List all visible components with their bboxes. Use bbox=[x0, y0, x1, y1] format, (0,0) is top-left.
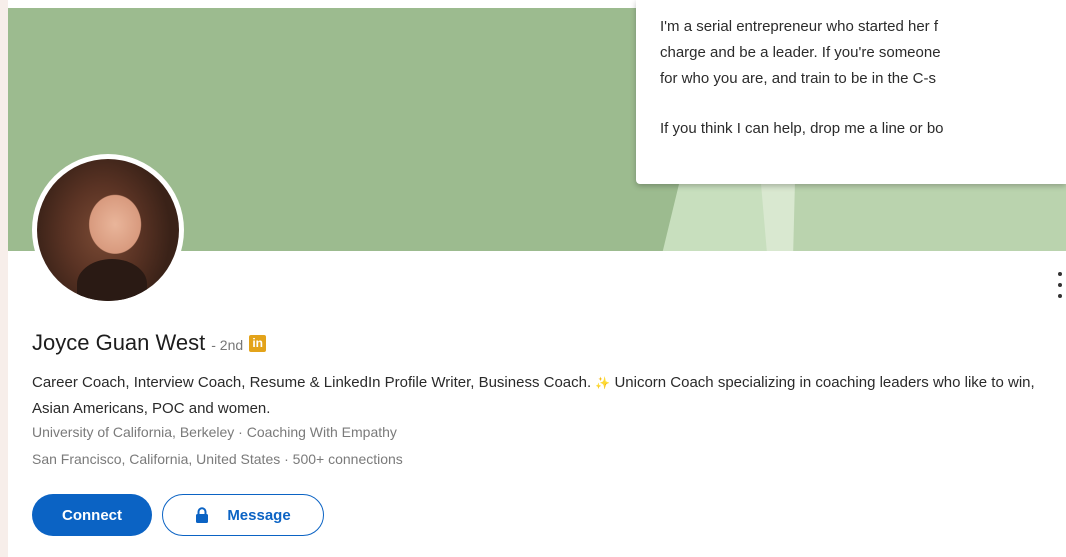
message-label: Message bbox=[227, 506, 291, 524]
linkedin-badge-icon: in bbox=[249, 334, 267, 352]
message-button[interactable]: Message bbox=[162, 494, 324, 536]
connection-degree: - 2nd bbox=[211, 337, 244, 353]
lock-icon bbox=[196, 507, 209, 523]
about-line: charge and be a leader. If you're someon… bbox=[660, 44, 941, 61]
about-line: If you think I can help, drop me a line … bbox=[660, 120, 944, 137]
unicorn-icon: ✨ bbox=[595, 376, 611, 390]
profile-photo bbox=[37, 159, 179, 301]
profile-page: I'm a serial entrepreneur who started he… bbox=[0, 0, 1066, 557]
connect-button[interactable]: Connect bbox=[32, 494, 152, 536]
headline-text: Career Coach, Interview Coach, Resume & … bbox=[32, 374, 592, 391]
location-connections[interactable]: San Francisco, California, United States… bbox=[32, 451, 403, 467]
profile-name: Joyce Guan West bbox=[32, 330, 206, 355]
connect-label: Connect bbox=[62, 506, 122, 524]
profile-headline: Career Coach, Interview Coach, Resume & … bbox=[32, 370, 1062, 421]
about-line: I'm a serial entrepreneur who started he… bbox=[660, 18, 938, 35]
more-vertical-icon[interactable] bbox=[1056, 272, 1064, 298]
avatar[interactable] bbox=[32, 154, 184, 306]
about-popup: I'm a serial entrepreneur who started he… bbox=[636, 0, 1066, 184]
education-company[interactable]: University of California, Berkeley · Coa… bbox=[32, 424, 397, 440]
about-line: for who you are, and train to be in the … bbox=[660, 70, 936, 87]
name-row: Joyce Guan West - 2nd in bbox=[32, 330, 267, 356]
